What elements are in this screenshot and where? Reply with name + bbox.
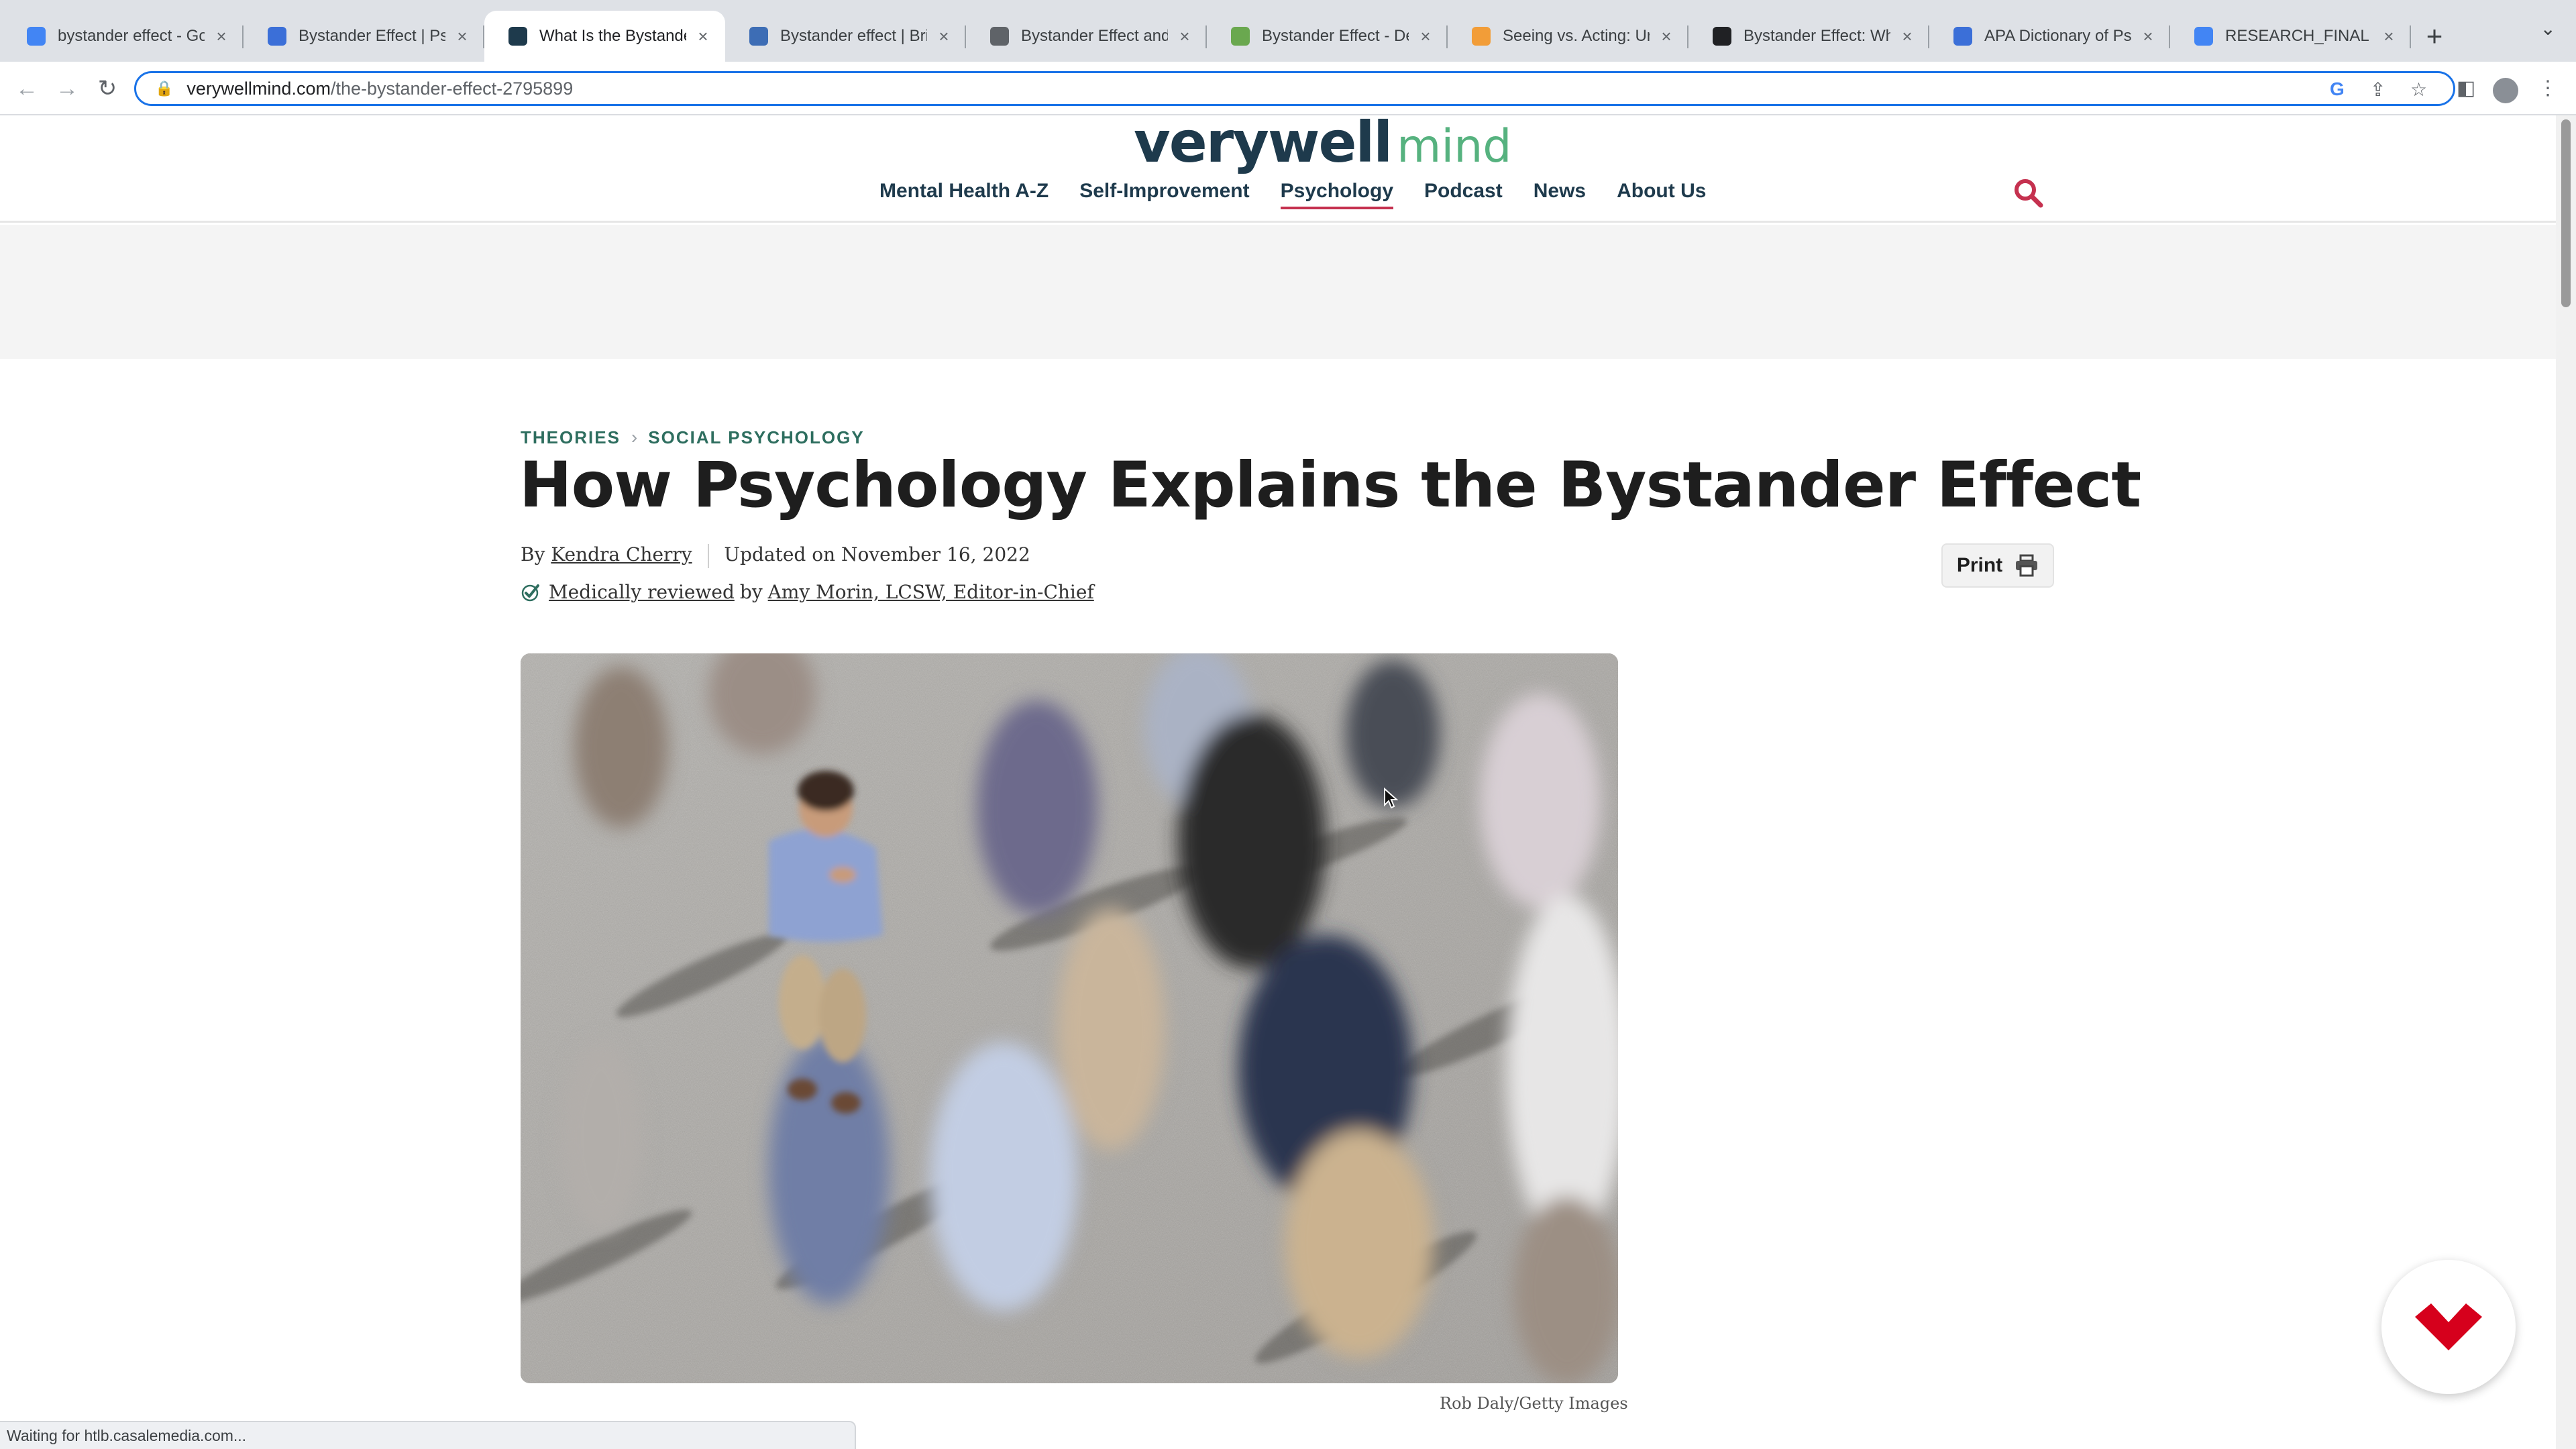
- browser-tab[interactable]: What Is the Bystander ×: [484, 11, 725, 62]
- browser-tab[interactable]: RESEARCH_FINAL PRO ×: [2170, 11, 2411, 62]
- tab-title: Bystander Effect | Psyc: [299, 27, 445, 45]
- crowd-photo: [521, 653, 1618, 1383]
- nav-item-about-us[interactable]: About Us: [1617, 180, 1706, 209]
- tab-title: Seeing vs. Acting: Und: [1503, 27, 1650, 45]
- print-label: Print: [1956, 554, 2003, 576]
- browser-tab[interactable]: Seeing vs. Acting: Und ×: [1448, 11, 1688, 62]
- medical-review-line: Medically reviewed by Amy Morin, LCSW, E…: [521, 581, 1094, 603]
- tab-title: What Is the Bystander: [539, 27, 686, 45]
- reviewer-link[interactable]: Amy Morin, LCSW, Editor-in-Chief: [768, 581, 1094, 603]
- google-icon: [27, 27, 46, 46]
- browser-tab[interactable]: Bystander Effect: Wha ×: [1688, 11, 1929, 62]
- verywell-mind-logo[interactable]: verywell mind: [1134, 114, 1511, 173]
- tab-title: Bystander Effect - Defi: [1262, 27, 1409, 45]
- browser-tab[interactable]: Bystander Effect | Psyc ×: [244, 11, 484, 62]
- nav-item-news[interactable]: News: [1534, 180, 1586, 209]
- scrollbar-thumb[interactable]: [2561, 119, 2571, 307]
- share-icon[interactable]: ⇪: [2370, 78, 2385, 101]
- author-link[interactable]: Kendra Cherry: [551, 543, 692, 566]
- red-chevron-logo-icon: [2415, 1303, 2482, 1350]
- search-icon[interactable]: [2012, 177, 2043, 208]
- new-tab-button[interactable]: +: [2411, 11, 2458, 62]
- leaf-icon: [1231, 27, 1250, 46]
- print-button[interactable]: Print: [1941, 543, 2054, 588]
- printer-icon: [2016, 554, 2038, 577]
- main-navigation: Mental Health A-Z Self-Improvement Psychol…: [879, 180, 1706, 209]
- byline-prefix: By: [521, 543, 545, 566]
- reviewed-by-text: by: [739, 581, 763, 603]
- tab-strip: bystander effect - Goo × Bystander Effect …: [0, 0, 2576, 62]
- britannica-icon: [749, 27, 768, 46]
- close-tab-icon[interactable]: ×: [1897, 26, 1917, 47]
- tab-title: Bystander Effect: Wha: [1743, 27, 1890, 45]
- globe-icon: [990, 27, 1009, 46]
- close-tab-icon[interactable]: ×: [2379, 26, 2399, 47]
- google-lens-icon[interactable]: G: [2330, 78, 2345, 100]
- browser-tab[interactable]: bystander effect - Goo ×: [3, 11, 244, 62]
- nav-item-podcast[interactable]: Podcast: [1424, 180, 1503, 209]
- status-bar: Waiting for htlb.casalemedia.com...: [0, 1421, 856, 1449]
- medically-reviewed-link[interactable]: Medically reviewed: [549, 581, 735, 603]
- orange-circle-icon: [1472, 27, 1491, 46]
- nav-item-psychology[interactable]: Psychology: [1280, 180, 1394, 209]
- browser-menu-icon[interactable]: ⋮: [2533, 74, 2563, 103]
- bookmark-star-icon[interactable]: ☆: [2410, 78, 2427, 101]
- url-path: /the-bystander-effect-2795899: [330, 78, 574, 99]
- browser-tab[interactable]: Bystander effect | Brita ×: [725, 11, 966, 62]
- close-tab-icon[interactable]: ×: [1175, 26, 1195, 47]
- tab-title: Bystander effect | Brita: [780, 27, 927, 45]
- browser-tab[interactable]: APA Dictionary of Psyc ×: [1929, 11, 2170, 62]
- close-tab-icon[interactable]: ×: [693, 26, 713, 47]
- browser-tab[interactable]: Bystander Effect - Defi ×: [1207, 11, 1448, 62]
- close-tab-icon[interactable]: ×: [1656, 26, 1676, 47]
- close-tab-icon[interactable]: ×: [934, 26, 954, 47]
- url-host: verywellmind.com: [186, 78, 331, 99]
- tab-title: RESEARCH_FINAL PRO: [2225, 27, 2372, 45]
- address-bar[interactable]: 🔒 verywellmind.com/the-bystander-effect-…: [134, 71, 2455, 106]
- nav-item-mental-health-a-z[interactable]: Mental Health A-Z: [879, 180, 1049, 209]
- close-tab-icon[interactable]: ×: [211, 26, 231, 47]
- lock-icon[interactable]: 🔒: [155, 80, 173, 97]
- side-panel-icon[interactable]: ◧: [2451, 74, 2481, 103]
- docs-icon: [2194, 27, 2213, 46]
- profile-avatar[interactable]: [2493, 78, 2518, 103]
- tab-title: bystander effect - Goo: [58, 27, 205, 45]
- verified-check-icon: [521, 584, 539, 601]
- tab-list: bystander effect - Goo × Bystander Effect …: [3, 11, 2411, 62]
- tab-search-chevron-icon[interactable]: ⌄: [2540, 17, 2556, 40]
- mouse-cursor-icon: [1384, 788, 1398, 809]
- verywell-icon: [508, 27, 527, 46]
- dark-circle-icon: [1713, 27, 1731, 46]
- article-title: How Psychology Explains the Bystander Ef…: [519, 449, 2141, 522]
- browser-tab[interactable]: Bystander Effect and D ×: [966, 11, 1207, 62]
- apa-icon: [1953, 27, 1972, 46]
- updated-date: Updated on November 16, 2022: [724, 543, 1030, 566]
- psychology-today-icon: [268, 27, 286, 46]
- floating-widget-button[interactable]: [2381, 1260, 2516, 1394]
- tab-title: Bystander Effect and D: [1021, 27, 1168, 45]
- close-tab-icon[interactable]: ×: [1415, 26, 1436, 47]
- ad-placeholder: [0, 225, 2556, 359]
- page-scrollbar[interactable]: [2556, 115, 2576, 1449]
- logo-wordmark-suffix: mind: [1397, 120, 1512, 173]
- image-caption: Rob Daly/Getty Images: [1440, 1394, 1628, 1413]
- browser-toolbar: ← → ↻ 🔒 verywellmind.com/the-bystander-e…: [0, 62, 2576, 115]
- close-tab-icon[interactable]: ×: [452, 26, 472, 47]
- byline-divider: [707, 543, 709, 568]
- nav-item-self-improvement[interactable]: Self-Improvement: [1079, 180, 1249, 209]
- byline: By Kendra Cherry Updated on November 16,…: [521, 543, 1030, 568]
- hero-image-crowd: [521, 653, 1618, 1383]
- logo-wordmark: verywell: [1134, 109, 1393, 175]
- forward-arrow-icon[interactable]: →: [52, 74, 82, 103]
- close-tab-icon[interactable]: ×: [2138, 26, 2158, 47]
- tab-title: APA Dictionary of Psyc: [1984, 27, 2131, 45]
- back-arrow-icon[interactable]: ←: [12, 74, 42, 103]
- reload-icon[interactable]: ↻: [93, 74, 122, 103]
- site-header: verywell mind Mental Health A-Z Self-Impro…: [0, 114, 2556, 223]
